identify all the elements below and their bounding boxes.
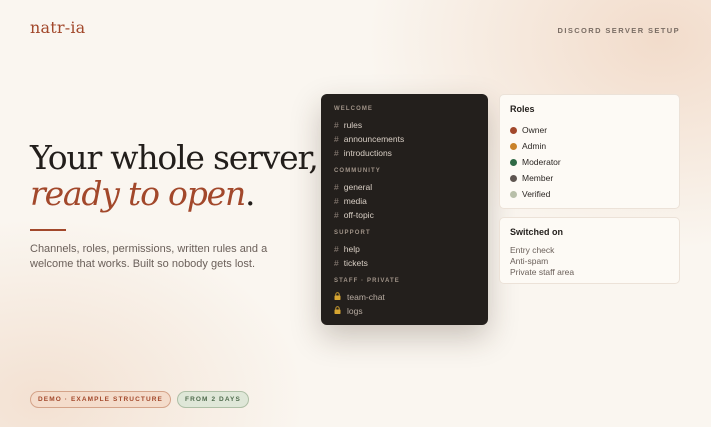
channel-label: media (343, 196, 367, 206)
role-label: Admin (522, 141, 547, 151)
hash-icon: # (334, 134, 339, 144)
pill-row: DEMO · EXAMPLE STRUCTURE FROM 2 DAYS (30, 391, 249, 408)
role-label: Moderator (522, 157, 561, 167)
role-item-verified: Verified (510, 186, 669, 202)
brand-logo: natr-ia (30, 18, 86, 37)
role-item-moderator: Moderator (510, 154, 669, 170)
channel-item-media[interactable]: # media (334, 194, 475, 208)
channel-label: tickets (343, 258, 368, 268)
role-color-dot (510, 158, 517, 166)
channel-item-general[interactable]: # general (334, 180, 475, 194)
headline-accent: ready to open (30, 174, 246, 213)
channel-label: logs (347, 306, 363, 316)
hash-icon: # (334, 244, 339, 254)
role-color-dot (510, 174, 517, 182)
channel-label: announcements (343, 134, 405, 144)
feature-item: Entry check (510, 245, 555, 255)
channel-category: SUPPORT (334, 230, 371, 236)
eyebrow-label: DISCORD SERVER SETUP (557, 26, 680, 35)
role-color-dot (510, 126, 517, 134)
role-item-member: Member (510, 170, 669, 186)
role-item-owner: Owner (510, 122, 669, 138)
features-list: Entry check Anti-spam Private staff area (510, 245, 669, 278)
role-color-dot (510, 190, 517, 198)
channel-label: general (343, 182, 373, 192)
accent-rule (30, 229, 66, 231)
channel-item-help[interactable]: # help (334, 242, 475, 256)
roles-card-title: Roles (510, 104, 535, 114)
roles-card: Roles Owner Admin Moderator Member Verified (499, 94, 680, 209)
hash-icon: # (334, 210, 339, 220)
channel-item-logs[interactable]: logs (334, 304, 475, 318)
channel-label: introductions (343, 148, 392, 158)
channel-category: COMMUNITY (334, 168, 381, 174)
channel-label: rules (343, 120, 363, 130)
channel-item-introductions[interactable]: # introductions (334, 146, 475, 160)
role-label: Owner (522, 125, 548, 135)
channel-category: WELCOME (334, 106, 374, 112)
hash-icon: # (334, 258, 339, 268)
channel-category: STAFF · PRIVATE (334, 278, 400, 284)
subtitle: Channels, roles, permissions, written ru… (30, 243, 268, 270)
channel-label: team-chat (347, 292, 385, 302)
channel-item-off-topic[interactable]: # off-topic (334, 208, 475, 222)
hash-icon: # (334, 148, 339, 158)
headline: Your whole server, ready to open. (30, 140, 330, 212)
roles-list: Owner Admin Moderator Member Verified (510, 122, 669, 202)
switched-on-card: Switched on Entry check Anti-spam Private … (499, 217, 680, 284)
hash-icon: # (334, 196, 339, 206)
channel-list-panel: WELCOME # rules # announcements # introduction… (321, 94, 488, 325)
role-color-dot (510, 142, 517, 150)
hash-icon: # (334, 120, 339, 130)
switched-on-title: Switched on (510, 227, 564, 237)
headline-line1: Your whole server, (30, 138, 319, 177)
hash-icon: # (334, 182, 339, 192)
headline-period: . (245, 174, 256, 213)
duration-pill: FROM 2 DAYS (177, 391, 249, 408)
demo-pill: DEMO · EXAMPLE STRUCTURE (30, 391, 171, 408)
feature-item: Private staff area (510, 267, 575, 277)
role-label: Verified (522, 189, 551, 199)
role-label: Member (522, 173, 554, 183)
channel-item-rules[interactable]: # rules (334, 118, 475, 132)
channel-item-tickets[interactable]: # tickets (334, 256, 475, 270)
role-item-admin: Admin (510, 138, 669, 154)
channel-item-team-chat[interactable]: team-chat (334, 290, 475, 304)
channel-label: help (343, 244, 360, 254)
feature-item: Anti-spam (510, 256, 549, 266)
channel-item-announcements[interactable]: # announcements (334, 132, 475, 146)
channel-label: off-topic (343, 210, 374, 220)
lock-icon (334, 306, 342, 320)
